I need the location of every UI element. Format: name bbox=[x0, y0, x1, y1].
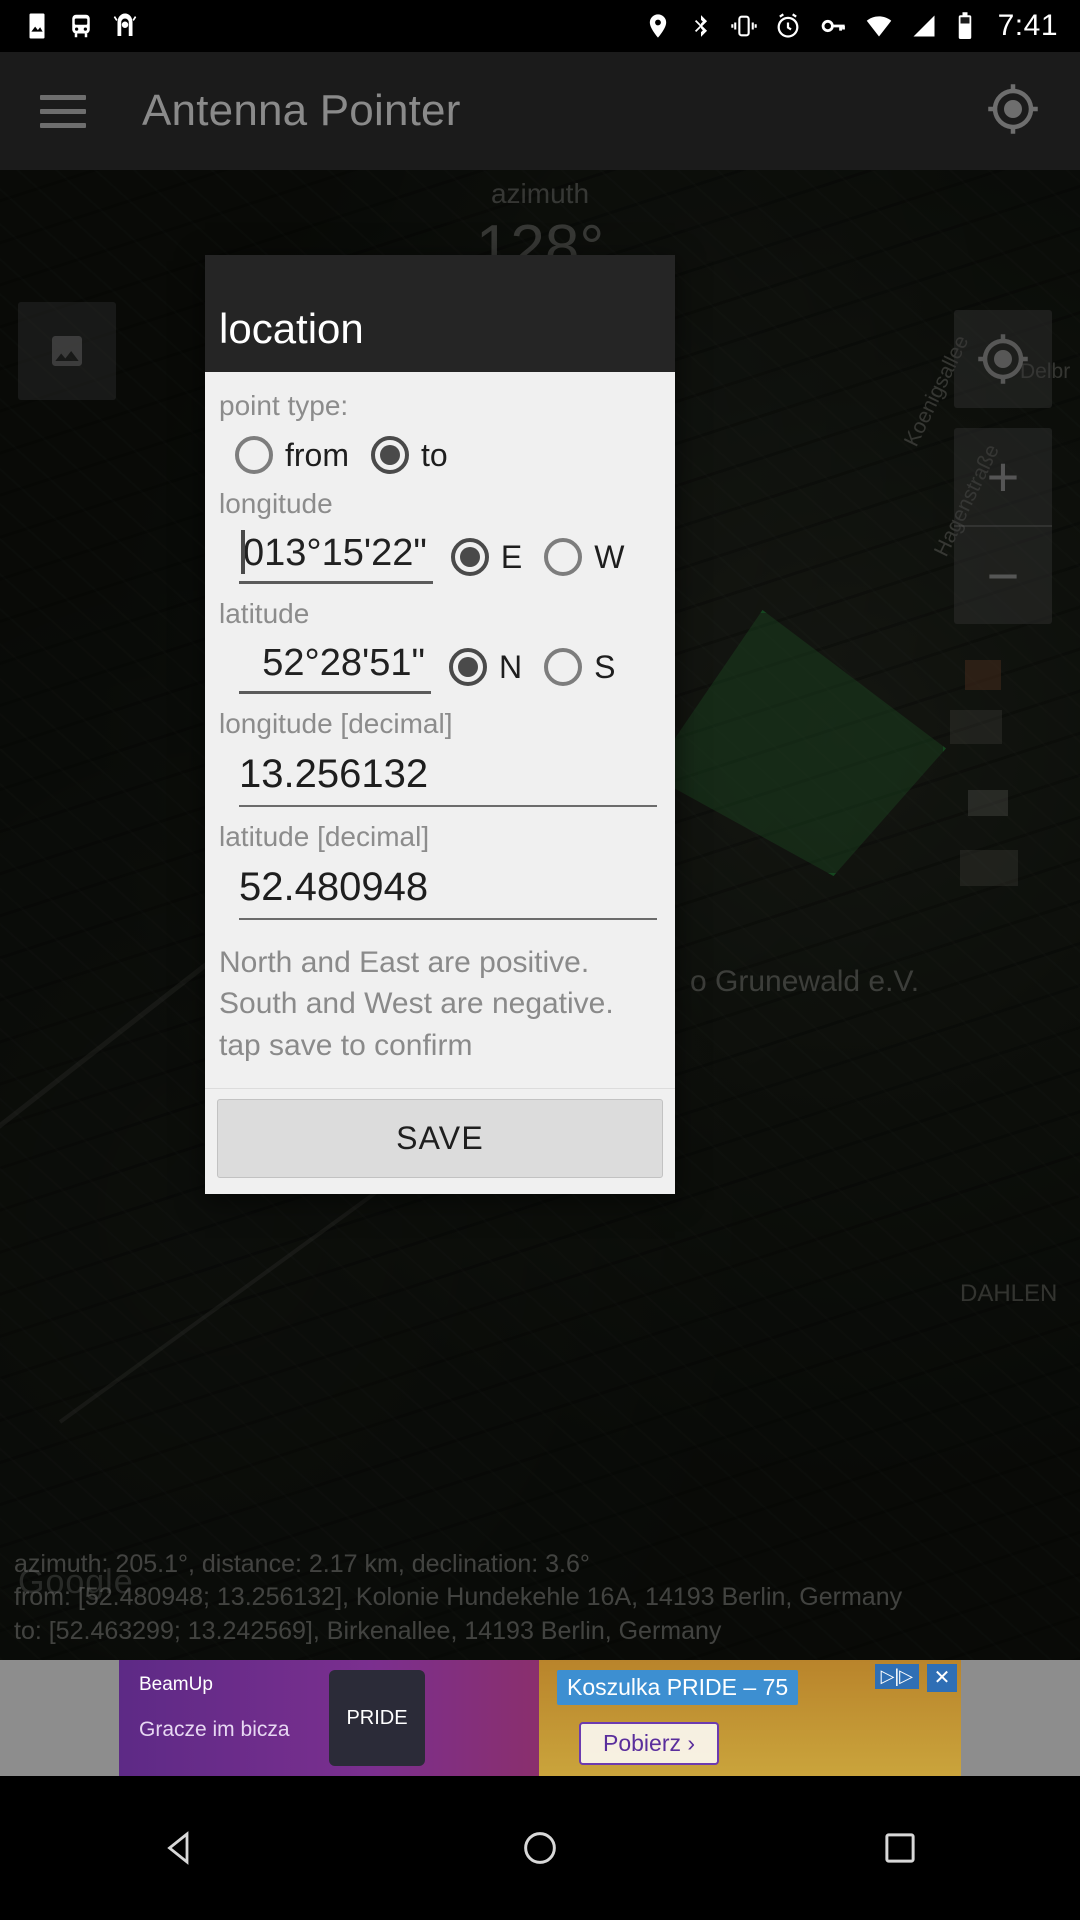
ad-badge: PRIDE bbox=[329, 1670, 425, 1766]
nav-home-circle-icon bbox=[524, 1832, 556, 1864]
longitude-direction-radio-group[interactable]: E W bbox=[450, 538, 647, 576]
ad-headline: Koszulka PRIDE – 75 bbox=[557, 1670, 799, 1705]
nav-recents-square-icon bbox=[885, 1833, 915, 1863]
longitude-decimal-label: longitude [decimal] bbox=[219, 708, 453, 739]
ad-brand-subtitle: Gracze im bicza bbox=[139, 1718, 290, 1741]
nav-recents-button[interactable] bbox=[840, 1827, 960, 1869]
ad-offer-panel[interactable]: Koszulka PRIDE – 75 Pobierz › ▷|▷ ✕ bbox=[539, 1660, 961, 1776]
dialog-help-text: North and East are positive. South and W… bbox=[219, 942, 661, 1066]
bluetooth-icon bbox=[694, 15, 707, 37]
battery-icon bbox=[958, 12, 971, 39]
dialog-actions: SAVE bbox=[205, 1088, 675, 1194]
longitude-decimal-input[interactable]: 13.256132 bbox=[239, 752, 657, 807]
help-line: tap save to confirm bbox=[219, 1028, 473, 1062]
cell-signal-icon bbox=[913, 15, 935, 37]
latitude-dms-input[interactable]: 52°28'51" bbox=[239, 640, 431, 694]
vibrate-icon bbox=[730, 15, 757, 37]
wifi-icon bbox=[866, 16, 891, 37]
ad-brand-panel[interactable]: BeamUp Gracze im bicza PRIDE bbox=[119, 1660, 539, 1776]
radio-label-west: W bbox=[594, 538, 625, 575]
ad-banner[interactable]: BeamUp Gracze im bicza PRIDE Koszulka PR… bbox=[0, 1660, 1080, 1776]
radio-latitude-north[interactable] bbox=[449, 648, 487, 686]
nav-back-triangle-icon bbox=[167, 1831, 189, 1865]
save-button[interactable]: SAVE bbox=[217, 1099, 663, 1179]
phone-screen: azimuth 128° Koenigsallee Hagenstraße De… bbox=[0, 0, 1080, 1920]
status-bar: 7:41 bbox=[0, 0, 1080, 52]
photo-icon bbox=[29, 13, 45, 39]
radio-label-from: from bbox=[285, 436, 349, 473]
latitude-decimal-input[interactable]: 52.480948 bbox=[239, 865, 657, 920]
longitude-dms-input[interactable]: 013°15'22" bbox=[239, 530, 433, 584]
nav-home-button[interactable] bbox=[480, 1827, 600, 1869]
location-pin-icon bbox=[649, 14, 666, 38]
status-bar-notifications bbox=[0, 11, 140, 41]
latitude-row: 52°28'51" N S bbox=[219, 640, 661, 694]
navigation-bar bbox=[0, 1776, 1080, 1920]
ad-brand-name: BeamUp bbox=[139, 1674, 213, 1695]
radio-point-type-to[interactable] bbox=[371, 436, 409, 474]
latitude-direction-radio-group[interactable]: N S bbox=[449, 648, 637, 686]
vpn-key-icon bbox=[821, 19, 845, 33]
radio-point-type-from[interactable] bbox=[235, 436, 273, 474]
bus-icon bbox=[72, 14, 90, 38]
adchoices-icon[interactable]: ▷|▷ bbox=[874, 1664, 919, 1689]
help-line: North and East are positive. bbox=[219, 946, 590, 979]
radio-label-south: S bbox=[594, 648, 616, 685]
latitude-label: latitude bbox=[219, 598, 310, 629]
ad-content[interactable]: BeamUp Gracze im bicza PRIDE Koszulka PR… bbox=[119, 1660, 961, 1776]
alarm-icon bbox=[777, 13, 799, 38]
radio-label-north: N bbox=[499, 648, 523, 685]
dialog-title: location bbox=[219, 305, 364, 352]
radio-longitude-east[interactable] bbox=[450, 538, 489, 576]
app-bar-my-location-button[interactable] bbox=[986, 82, 1040, 141]
landmark-icon bbox=[113, 13, 137, 36]
app-bar: Antenna Pointer bbox=[0, 52, 1080, 170]
ad-cta-button[interactable]: Pobierz › bbox=[579, 1722, 720, 1765]
point-type-radio-group[interactable]: from to bbox=[235, 436, 661, 474]
location-dialog: location point type: from to longitude 0… bbox=[205, 255, 675, 1195]
dialog-body: point type: from to longitude 013°15'22"… bbox=[205, 372, 675, 1088]
radio-label-to: to bbox=[421, 436, 448, 473]
latitude-decimal-label: latitude [decimal] bbox=[219, 821, 430, 852]
help-line: South and West are negative. bbox=[219, 987, 614, 1021]
status-bar-system-icons: 7:41 bbox=[644, 9, 1080, 43]
radio-latitude-south[interactable] bbox=[544, 648, 583, 686]
nav-back-button[interactable] bbox=[120, 1827, 240, 1869]
status-bar-clock: 7:41 bbox=[997, 9, 1058, 42]
page-title: Antenna Pointer bbox=[142, 86, 461, 135]
radio-longitude-west[interactable] bbox=[544, 538, 583, 576]
radio-label-east: E bbox=[500, 538, 523, 575]
longitude-row: 013°15'22" E W bbox=[219, 530, 661, 584]
longitude-label: longitude bbox=[219, 488, 333, 519]
point-type-label: point type: bbox=[219, 390, 349, 421]
ad-close-button[interactable]: ✕ bbox=[927, 1664, 957, 1692]
dialog-header: location bbox=[205, 255, 675, 372]
my-location-crosshair-icon bbox=[988, 83, 1038, 134]
hamburger-menu-icon[interactable] bbox=[40, 86, 86, 137]
